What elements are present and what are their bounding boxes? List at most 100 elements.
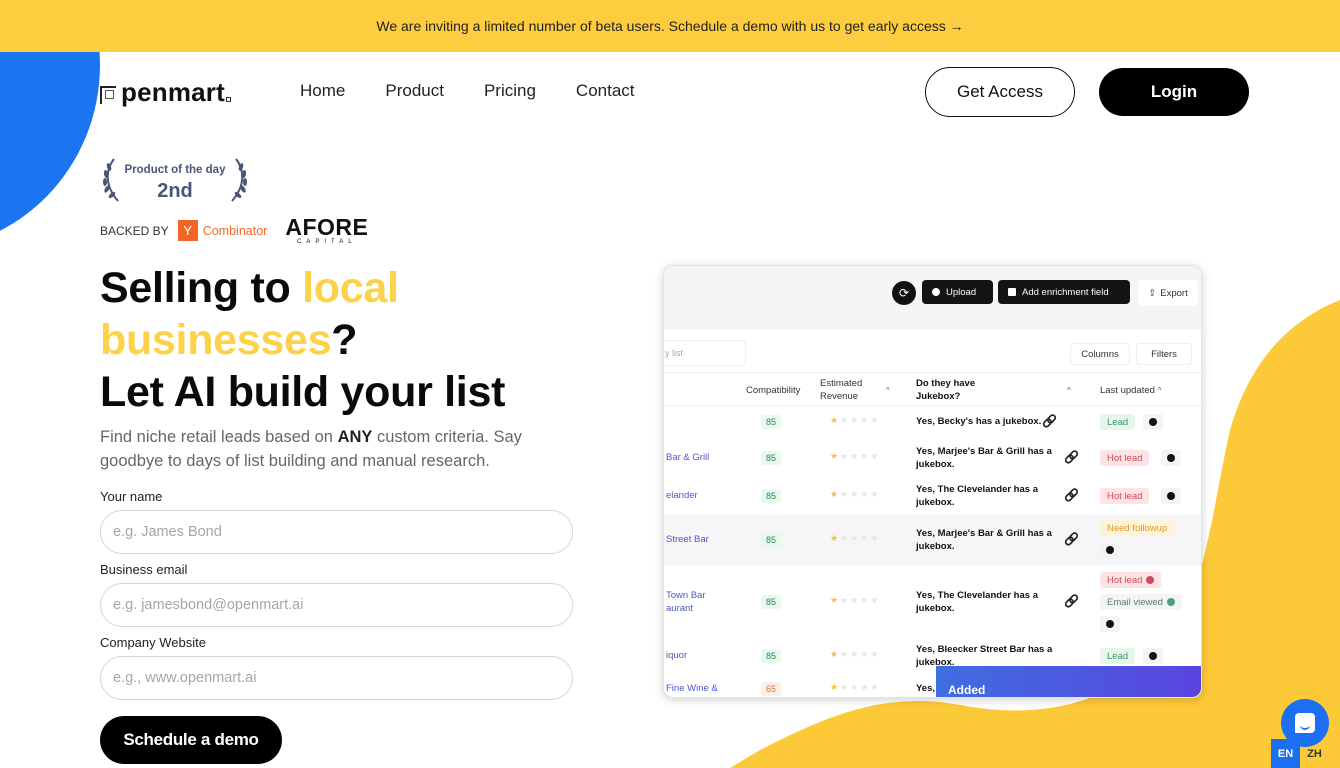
website-input[interactable] (100, 656, 573, 700)
revenue-stars: ★★★★★ (830, 649, 880, 660)
nav-product[interactable]: Product (385, 81, 444, 101)
hero-heading: Selling to local businesses? Let AI buil… (100, 262, 505, 418)
compatibility-score: 65 (761, 682, 781, 696)
remove-tag-icon (1166, 598, 1175, 606)
lang-zh-button[interactable]: ZH (1300, 739, 1329, 768)
status-tag-label: Hot lead (1107, 574, 1143, 586)
header-last-updated: Last updated ^ (1100, 384, 1161, 397)
name-input[interactable] (100, 510, 573, 554)
jukebox-answer: Yes, The Clevelander has a jukebox. (916, 590, 1038, 614)
website-label: Company Website (100, 635, 206, 650)
business-name: Town Bar aurant (666, 590, 706, 614)
email-input[interactable] (100, 583, 573, 627)
status-tag: Hot lead (1100, 450, 1150, 466)
star-icon: ★ (850, 415, 861, 425)
nav-links: Home Product Pricing Contact (300, 81, 635, 101)
table-row: Street Bar 85 ★★★★★ Yes, Marjee's Bar & Gri… (664, 514, 1201, 566)
nav-home[interactable]: Home (300, 81, 345, 101)
add-tag-icon (1161, 450, 1181, 466)
star-icon: ★ (840, 533, 851, 543)
hero-text: Let AI build your list (100, 368, 506, 416)
laurel-right-icon (231, 158, 247, 202)
jukebox-answer: Yes, The Clevelander has a jukebox. (916, 484, 1038, 508)
openmart-logo[interactable]: penmart (100, 77, 231, 108)
status-tag: Hot lead (1100, 488, 1150, 504)
demo-form: Your name Business email Company Website (100, 489, 573, 708)
compatibility-score: 85 (761, 649, 781, 663)
star-icon: ★ (840, 649, 851, 659)
afore-text: AFORE (285, 214, 369, 240)
subtitle-emphasis: ANY (337, 428, 373, 446)
jukebox-answer: Yes, Becky's has a jukebox. (916, 416, 1042, 427)
star-icon: ★ (860, 682, 871, 692)
header-jukebox-line1: Do they have (916, 378, 976, 389)
login-button[interactable]: Login (1099, 68, 1249, 116)
compatibility-score: 85 (761, 595, 781, 609)
status-tag: Lead (1100, 414, 1136, 430)
email-label: Business email (100, 562, 188, 577)
upload-icon (932, 288, 940, 296)
hero-text: Selling to (100, 264, 303, 312)
beta-banner[interactable]: We are inviting a limited number of beta… (0, 0, 1340, 52)
header-revenue-line1: Estimated (820, 378, 863, 389)
add-tag-icon (1100, 616, 1120, 632)
star-icon: ★ (840, 415, 851, 425)
star-icon: ★ (840, 682, 851, 692)
beta-banner-text[interactable]: We are inviting a limited number of beta… (376, 18, 963, 34)
star-icon: ★ (870, 415, 881, 425)
add-tag-icon (1143, 414, 1163, 430)
enrichment-icon (1008, 288, 1016, 296)
chat-icon (1295, 713, 1315, 733)
header-last-updated-label: Last updated (1100, 385, 1155, 396)
star-icon: ★ (860, 415, 871, 425)
hero-highlight: businesses (100, 316, 332, 364)
compatibility-score: 85 (761, 489, 781, 503)
star-icon: ★ (850, 649, 861, 659)
get-access-button[interactable]: Get Access (925, 67, 1075, 117)
star-icon: ★ (830, 533, 841, 543)
product-of-the-day-badge[interactable]: Product of the day 2nd (100, 155, 250, 205)
compatibility-score: 85 (761, 533, 781, 547)
star-icon: ★ (870, 489, 881, 499)
table-row: 85 ★★★★★ Yes, Becky's has a jukebox. 🔗 Lead (664, 406, 1201, 438)
yc-name: Combinator (202, 223, 268, 238)
add-tag-icon (1161, 488, 1181, 504)
language-switcher: EN ZH (1271, 739, 1329, 768)
export-icon: ⇪ (1148, 287, 1157, 299)
remove-tag-icon (1146, 576, 1155, 584)
star-icon: ★ (870, 649, 881, 659)
table-row: Town Bar aurant 85 ★★★★★ Yes, The Clevelande… (664, 566, 1201, 638)
nav-pricing[interactable]: Pricing (484, 81, 536, 101)
status-tag: Need followup (1100, 520, 1175, 536)
app-toolbar: ⟳ Upload Add enrichment field ⇪ Export (664, 266, 1201, 330)
lang-en-button[interactable]: EN (1271, 739, 1300, 768)
star-icon: ★ (860, 595, 871, 605)
source-link-icon: 🔗 (1042, 414, 1057, 428)
sort-caret-icon: ^ (1067, 386, 1071, 395)
backed-by-label: BACKED BY (100, 223, 169, 238)
revenue-stars: ★★★★★ (830, 533, 880, 544)
sort-caret-icon: ^ (1157, 386, 1162, 395)
header-revenue: Estimated Revenue (820, 377, 862, 403)
star-icon: ★ (850, 489, 861, 499)
filters-button: Filters (1136, 343, 1192, 365)
source-link-icon: 🔗 (1064, 594, 1079, 608)
status-tag: Email viewed (1100, 594, 1182, 610)
source-link-icon: 🔗 (1064, 450, 1079, 464)
schedule-demo-button[interactable]: Schedule a demo (100, 716, 282, 764)
table-row: Bar & Grill 85 ★★★★★ Yes, Marjee's Bar & Gr… (664, 438, 1201, 478)
upload-button: Upload (922, 280, 993, 304)
revenue-stars: ★★★★★ (830, 451, 880, 462)
star-icon: ★ (870, 682, 881, 692)
add-tag-icon (1143, 648, 1163, 664)
top-nav: penmart Home Product Pricing Contact Get… (0, 67, 1340, 117)
nav-contact[interactable]: Contact (576, 81, 635, 101)
star-icon: ★ (830, 415, 841, 425)
export-button: ⇪ Export (1138, 280, 1198, 306)
star-icon: ★ (860, 649, 871, 659)
star-icon: ★ (830, 649, 841, 659)
hero-title: Selling to local businesses? Let AI buil… (100, 262, 505, 418)
status-tag: Hot lead (1100, 572, 1162, 588)
star-icon: ★ (870, 533, 881, 543)
table-row: elander 85 ★★★★★ Yes, The Clevelander has a… (664, 478, 1201, 514)
